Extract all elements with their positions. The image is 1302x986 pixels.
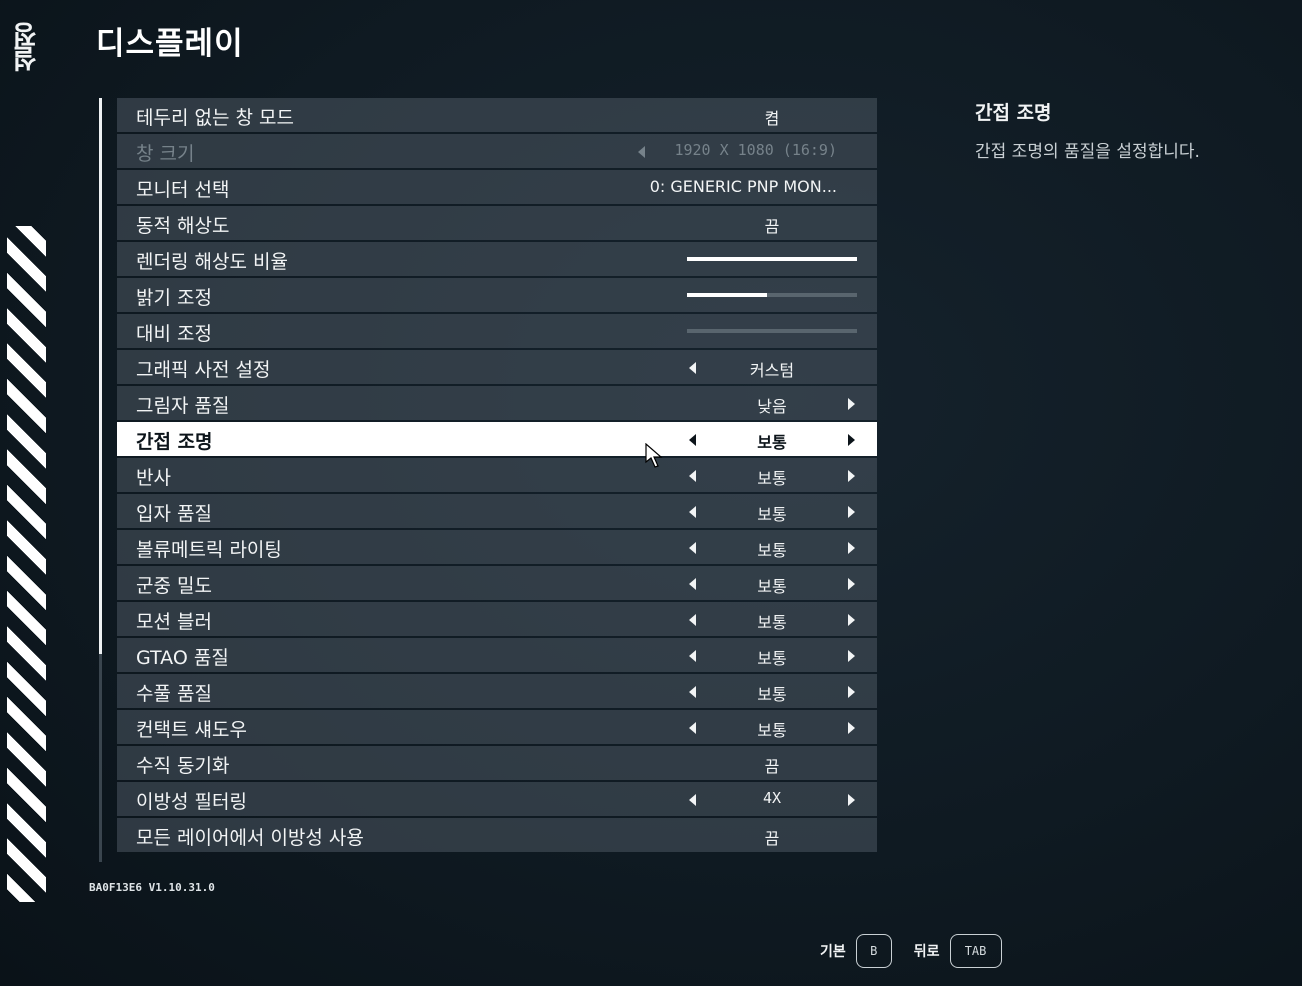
setting-value: 보통 bbox=[757, 721, 787, 740]
default-key-button[interactable]: B bbox=[855, 934, 892, 968]
setting-row-graphics-preset[interactable]: 그래픽 사전 설정 커스텀 bbox=[117, 350, 877, 384]
arrow-right-icon[interactable] bbox=[848, 614, 855, 626]
setting-label: 입자 품질 bbox=[136, 503, 212, 525]
setting-value: 보통 bbox=[757, 649, 787, 668]
setting-value: 켬 bbox=[764, 109, 780, 128]
setting-row-brightness[interactable]: 밝기 조정 bbox=[117, 278, 877, 312]
setting-label: GTAO 품질 bbox=[136, 647, 229, 669]
setting-label: 그래픽 사전 설정 bbox=[136, 359, 271, 381]
render-scale-slider[interactable] bbox=[687, 257, 857, 261]
footer-controls: 기본 B 뒤로 TAB bbox=[820, 934, 1002, 968]
setting-value: 낮음 bbox=[757, 397, 787, 416]
setting-label: 간접 조명 bbox=[136, 431, 213, 453]
contrast-slider[interactable] bbox=[687, 329, 857, 333]
setting-label: 밝기 조정 bbox=[136, 287, 212, 309]
arrow-right-icon[interactable] bbox=[848, 506, 855, 518]
arrow-right-icon[interactable] bbox=[848, 794, 855, 806]
setting-label: 대비 조정 bbox=[136, 323, 212, 345]
setting-row-contact-shadows[interactable]: 컨택트 섀도우 보통 bbox=[117, 710, 877, 744]
setting-row-indirect-lighting[interactable]: 간접 조명 보통 bbox=[117, 422, 877, 456]
setting-row-crowd-density[interactable]: 군중 밀도 보통 bbox=[117, 566, 877, 600]
setting-row-particle-quality[interactable]: 입자 품질 보통 bbox=[117, 494, 877, 528]
setting-value: 커스텀 bbox=[749, 361, 795, 380]
setting-row-anisotropic-all-layers[interactable]: 모든 레이어에서 이방성 사용 끔 bbox=[117, 818, 877, 852]
setting-row-motion-blur[interactable]: 모션 블러 보통 bbox=[117, 602, 877, 636]
setting-label: 모니터 선택 bbox=[136, 179, 230, 201]
setting-row-borderless[interactable]: 테두리 없는 창 모드 켬 bbox=[117, 98, 877, 132]
back-label: 뒤로 bbox=[913, 944, 940, 960]
version-label: BA0F13E6 V1.10.31.0 bbox=[89, 881, 215, 894]
setting-label: 모든 레이어에서 이방성 사용 bbox=[136, 827, 364, 849]
page-title: 디스플레이 bbox=[96, 26, 244, 62]
default-label: 기본 bbox=[820, 944, 846, 960]
setting-value: 끔 bbox=[764, 757, 780, 776]
setting-row-foliage-quality[interactable]: 수풀 품질 보통 bbox=[117, 674, 877, 708]
arrow-right-icon[interactable] bbox=[848, 578, 855, 590]
setting-row-reflections[interactable]: 반사 보통 bbox=[117, 458, 877, 492]
setting-label: 수직 동기화 bbox=[136, 755, 230, 777]
setting-row-gtao-quality[interactable]: GTAO 품질 보통 bbox=[117, 638, 877, 672]
setting-row-dynamic-resolution[interactable]: 동적 해상도 끔 bbox=[117, 206, 877, 240]
arrow-right-icon[interactable] bbox=[848, 542, 855, 554]
setting-value: 보통 bbox=[757, 469, 787, 488]
arrow-right-icon[interactable] bbox=[848, 650, 855, 662]
setting-label: 수풀 품질 bbox=[136, 683, 212, 705]
setting-row-vsync[interactable]: 수직 동기화 끔 bbox=[117, 746, 877, 780]
arrow-right-icon[interactable] bbox=[848, 470, 855, 482]
setting-row-monitor[interactable]: 모니터 선택 0: GENERIC PNP MON... bbox=[117, 170, 877, 204]
setting-label: 군중 밀도 bbox=[136, 575, 212, 597]
setting-label: 반사 bbox=[136, 467, 171, 489]
setting-value: 끔 bbox=[764, 217, 780, 236]
setting-label: 그림자 품질 bbox=[136, 395, 230, 417]
setting-value: 보통 bbox=[757, 685, 787, 704]
arrow-right-icon[interactable] bbox=[848, 722, 855, 734]
setting-value: 0: GENERIC PNP MON... bbox=[649, 177, 837, 196]
back-key-button[interactable]: TAB bbox=[949, 934, 1002, 968]
setting-value: 보통 bbox=[757, 613, 787, 632]
setting-label: 렌더링 해상도 비율 bbox=[136, 251, 288, 273]
setting-label: 볼류메트릭 라이팅 bbox=[136, 539, 282, 561]
scrollbar-thumb[interactable] bbox=[99, 98, 102, 654]
setting-row-render-scale[interactable]: 렌더링 해상도 비율 bbox=[117, 242, 877, 276]
arrow-right-icon[interactable] bbox=[848, 434, 855, 446]
setting-value: 보통 bbox=[757, 541, 787, 560]
setting-label: 이방성 필터링 bbox=[136, 791, 247, 813]
settings-logo: 설정 bbox=[12, 24, 42, 72]
brightness-slider[interactable] bbox=[687, 293, 857, 297]
setting-value: 보통 bbox=[757, 433, 787, 452]
setting-value: 1920 X 1080 (16:9) bbox=[674, 141, 837, 159]
arrow-right-icon[interactable] bbox=[848, 398, 855, 410]
setting-row-shadow-quality[interactable]: 그림자 품질 낮음 bbox=[117, 386, 877, 420]
setting-label: 창 크기 bbox=[136, 143, 195, 165]
arrow-right-icon[interactable] bbox=[848, 686, 855, 698]
description-title: 간접 조명 bbox=[975, 102, 1052, 124]
setting-row-window-size: 창 크기 1920 X 1080 (16:9) bbox=[117, 134, 877, 168]
setting-value: 4X bbox=[762, 789, 782, 807]
setting-value: 보통 bbox=[757, 577, 787, 596]
setting-label: 컨택트 섀도우 bbox=[136, 719, 247, 741]
setting-label: 테두리 없는 창 모드 bbox=[136, 107, 294, 129]
setting-value: 끔 bbox=[764, 829, 780, 848]
settings-list: 테두리 없는 창 모드 켬 창 크기 1920 X 1080 (16:9) 모니… bbox=[117, 98, 877, 854]
setting-row-contrast[interactable]: 대비 조정 bbox=[117, 314, 877, 348]
description-text: 간접 조명의 품질을 설정합니다. bbox=[975, 142, 1200, 162]
decorative-stripes bbox=[7, 226, 46, 902]
setting-row-anisotropic-filtering[interactable]: 이방성 필터링 4X bbox=[117, 782, 877, 816]
setting-label: 모션 블러 bbox=[136, 611, 212, 633]
setting-row-volumetric-lighting[interactable]: 볼류메트릭 라이팅 보통 bbox=[117, 530, 877, 564]
setting-label: 동적 해상도 bbox=[136, 215, 230, 237]
mouse-cursor-icon bbox=[645, 443, 663, 468]
setting-value: 보통 bbox=[757, 505, 787, 524]
